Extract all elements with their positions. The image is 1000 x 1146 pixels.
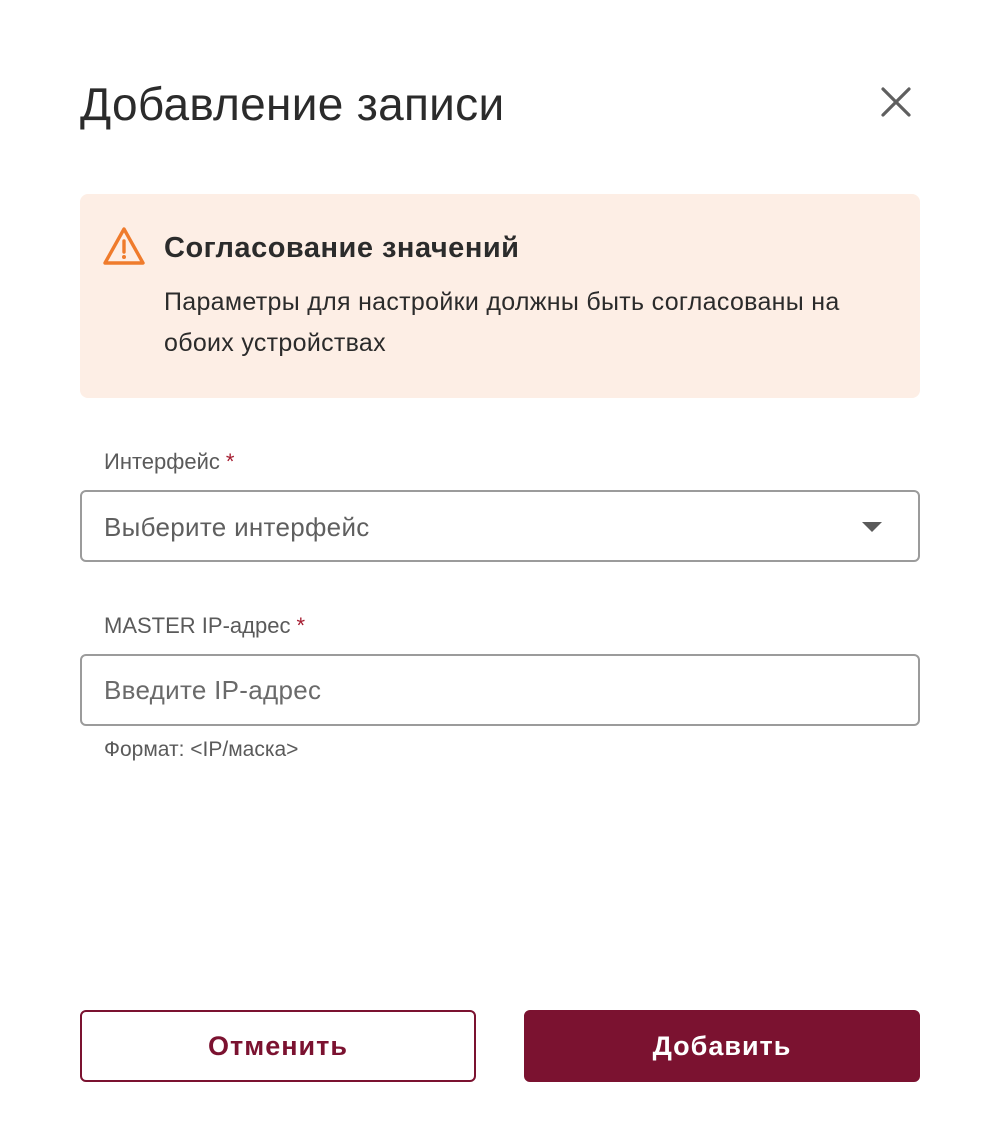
master-ip-label: MASTER IP-адрес * xyxy=(104,611,305,641)
interface-label: Интерфейс * xyxy=(104,447,234,477)
dialog-title: Добавление записи xyxy=(80,78,505,130)
chevron-down-icon xyxy=(862,522,882,532)
interface-label-text: Интерфейс xyxy=(104,449,220,474)
master-ip-hint: Формат: <IP/маска> xyxy=(104,738,299,761)
required-mark: * xyxy=(225,449,235,474)
close-icon xyxy=(881,87,911,117)
alert-title: Согласование значений xyxy=(164,232,520,264)
interface-select-placeholder: Выберите интерфейс xyxy=(104,512,370,542)
close-button[interactable] xyxy=(872,78,920,126)
add-button[interactable]: Добавить xyxy=(524,1010,920,1082)
alert-text: Параметры для настройки должны быть согл… xyxy=(164,288,840,357)
master-ip-input[interactable] xyxy=(80,654,920,726)
cancel-button[interactable]: Отменить xyxy=(80,1010,476,1082)
master-ip-label-text: MASTER IP-адрес xyxy=(104,613,291,638)
add-record-dialog: Добавление записи Согласование значений … xyxy=(0,0,1000,1146)
warning-triangle-icon xyxy=(103,227,145,265)
interface-select[interactable]: Выберите интерфейс xyxy=(80,490,920,562)
required-mark: * xyxy=(296,613,306,638)
warning-alert: Согласование значений Параметры для наст… xyxy=(80,194,920,398)
